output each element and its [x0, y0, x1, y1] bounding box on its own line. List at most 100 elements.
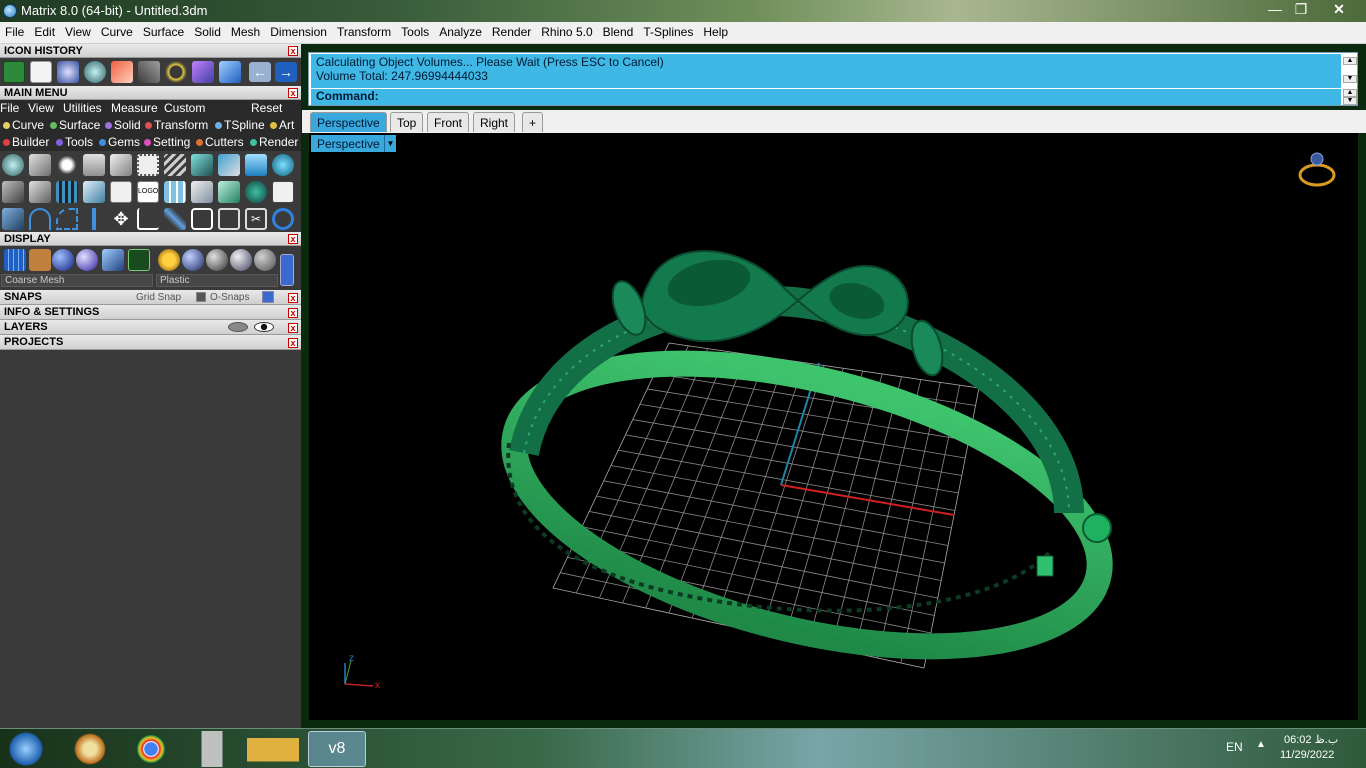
sweep-icon[interactable]	[192, 61, 214, 83]
cat-tools[interactable]: Tools	[56, 135, 93, 149]
save-icon[interactable]	[272, 181, 294, 203]
cat-render[interactable]: Render	[250, 135, 298, 149]
cmd-scroll-down-icon[interactable]: ▼	[1343, 97, 1357, 105]
flow-icon[interactable]	[218, 181, 240, 203]
explorer-app-icon[interactable]	[247, 731, 299, 767]
menu-solid[interactable]: Solid	[189, 22, 226, 39]
globe-icon[interactable]	[245, 181, 267, 203]
menu-surface[interactable]: Surface	[138, 22, 189, 39]
new-file-icon[interactable]	[30, 61, 52, 83]
ghosted-icon[interactable]	[29, 249, 51, 271]
close-icon[interactable]: x	[288, 46, 298, 56]
minimize-icon[interactable]: —	[1262, 0, 1288, 20]
record-icon[interactable]	[57, 61, 79, 83]
glass-material-icon[interactable]	[254, 249, 276, 271]
cat-tspline[interactable]: TSpline	[215, 118, 265, 132]
matrix-icon[interactable]	[84, 61, 106, 83]
rotate-icon[interactable]	[137, 208, 159, 230]
menu-tsplines[interactable]: T-Splines	[638, 22, 698, 39]
cat-setting[interactable]: Setting	[144, 135, 190, 149]
cat-surface[interactable]: Surface	[50, 118, 100, 132]
perspective-viewport[interactable]: Perspective ▼ x z	[309, 133, 1358, 720]
snaps-header[interactable]: SNAPS Grid Snap O-Snaps x	[0, 290, 301, 305]
tab-perspective[interactable]: Perspective	[310, 112, 387, 132]
menu-tools[interactable]: Tools	[396, 22, 434, 39]
cone-icon[interactable]	[219, 61, 241, 83]
arc-icon[interactable]	[29, 208, 51, 230]
hatch-icon[interactable]	[164, 154, 186, 176]
scale-icon[interactable]	[138, 61, 160, 83]
language-indicator[interactable]: EN	[1226, 740, 1243, 754]
menu-edit[interactable]: Edit	[29, 22, 60, 39]
arrow-left-icon[interactable]: ←	[249, 62, 271, 82]
menu-mesh[interactable]: Mesh	[226, 22, 265, 39]
icon-history-header[interactable]: ICON HISTORY x	[0, 44, 301, 58]
cmd-scroll-up-icon[interactable]: ▲	[1343, 89, 1357, 97]
bangle-model[interactable]	[486, 250, 1129, 699]
menu-blend[interactable]: Blend	[598, 22, 639, 39]
tray-chevron-icon[interactable]: ▲	[1256, 739, 1266, 750]
add-tab-button[interactable]: +	[522, 112, 544, 132]
osnap-check-icon[interactable]	[196, 292, 206, 302]
command-prompt[interactable]: Command:	[311, 89, 1341, 105]
chip-icon[interactable]	[137, 154, 159, 176]
array-icon[interactable]	[164, 181, 186, 203]
menu-transform[interactable]: Transform	[332, 22, 396, 39]
mirror-icon[interactable]	[83, 208, 105, 230]
tab-top[interactable]: Top	[390, 112, 424, 132]
rendered-icon[interactable]	[76, 249, 98, 271]
boolean-icon[interactable]	[2, 208, 24, 230]
cat-transform[interactable]: Transform	[145, 118, 208, 132]
mm-view[interactable]: View	[28, 101, 54, 115]
viewport-label[interactable]: Perspective	[311, 135, 386, 152]
close-icon[interactable]: x	[288, 308, 298, 318]
close-icon[interactable]: x	[288, 338, 298, 348]
paint-app-icon[interactable]	[64, 731, 116, 767]
move-icon[interactable]: ✥	[110, 208, 132, 230]
cat-solid[interactable]: Solid	[105, 118, 141, 132]
film-icon[interactable]	[56, 181, 78, 203]
mm-file[interactable]: File	[0, 101, 19, 115]
layers-header[interactable]: LAYERS x	[0, 320, 301, 335]
close-icon[interactable]: x	[288, 88, 298, 98]
layer-visibility-icon[interactable]	[228, 322, 248, 332]
mm-measure[interactable]: Measure	[111, 101, 158, 115]
blue-material-icon[interactable]	[182, 249, 204, 271]
environment-icon[interactable]	[102, 249, 124, 271]
close-icon[interactable]: ✕	[1326, 0, 1352, 20]
prong-icon[interactable]	[29, 154, 51, 176]
mm-reset[interactable]: Reset	[251, 101, 282, 115]
ring-icon[interactable]	[2, 181, 24, 203]
mm-utilities[interactable]: Utilities	[63, 101, 102, 115]
circle-icon[interactable]	[165, 61, 187, 83]
info-settings-header[interactable]: INFO & SETTINGS x	[0, 305, 301, 320]
cat-art[interactable]: Art	[270, 118, 294, 132]
calculator-app-icon[interactable]	[186, 731, 238, 767]
menu-render[interactable]: Render	[487, 22, 536, 39]
eraser-icon[interactable]	[111, 61, 133, 83]
profile-icon[interactable]	[83, 181, 105, 203]
close-icon[interactable]: x	[288, 293, 298, 303]
gold-material-icon[interactable]	[158, 249, 180, 271]
shaded-icon[interactable]	[52, 249, 74, 271]
cat-curve[interactable]: Curve	[3, 118, 44, 132]
menu-dimension[interactable]: Dimension	[265, 22, 332, 39]
scroll-down-icon[interactable]: ▼	[1343, 75, 1357, 83]
start-button-icon[interactable]	[4, 731, 48, 767]
cat-cutters[interactable]: Cutters	[196, 135, 244, 149]
cat-gems[interactable]: Gems	[99, 135, 140, 149]
menu-file[interactable]: File	[0, 22, 29, 39]
pave-icon[interactable]	[83, 154, 105, 176]
chrome-material-icon[interactable]	[230, 249, 252, 271]
sphere-icon[interactable]	[272, 154, 294, 176]
trim-icon[interactable]: ✂	[245, 208, 267, 230]
head-icon[interactable]	[29, 181, 51, 203]
tab-right[interactable]: Right	[473, 112, 516, 132]
ring-navigation-icon[interactable]	[1298, 152, 1336, 187]
wave-icon[interactable]	[191, 154, 213, 176]
menu-analyze[interactable]: Analyze	[434, 22, 487, 39]
chevron-down-icon[interactable]: ▼	[384, 135, 396, 152]
bezel-icon[interactable]	[110, 154, 132, 176]
display-slider[interactable]	[280, 254, 294, 286]
document-icon[interactable]	[110, 181, 132, 203]
